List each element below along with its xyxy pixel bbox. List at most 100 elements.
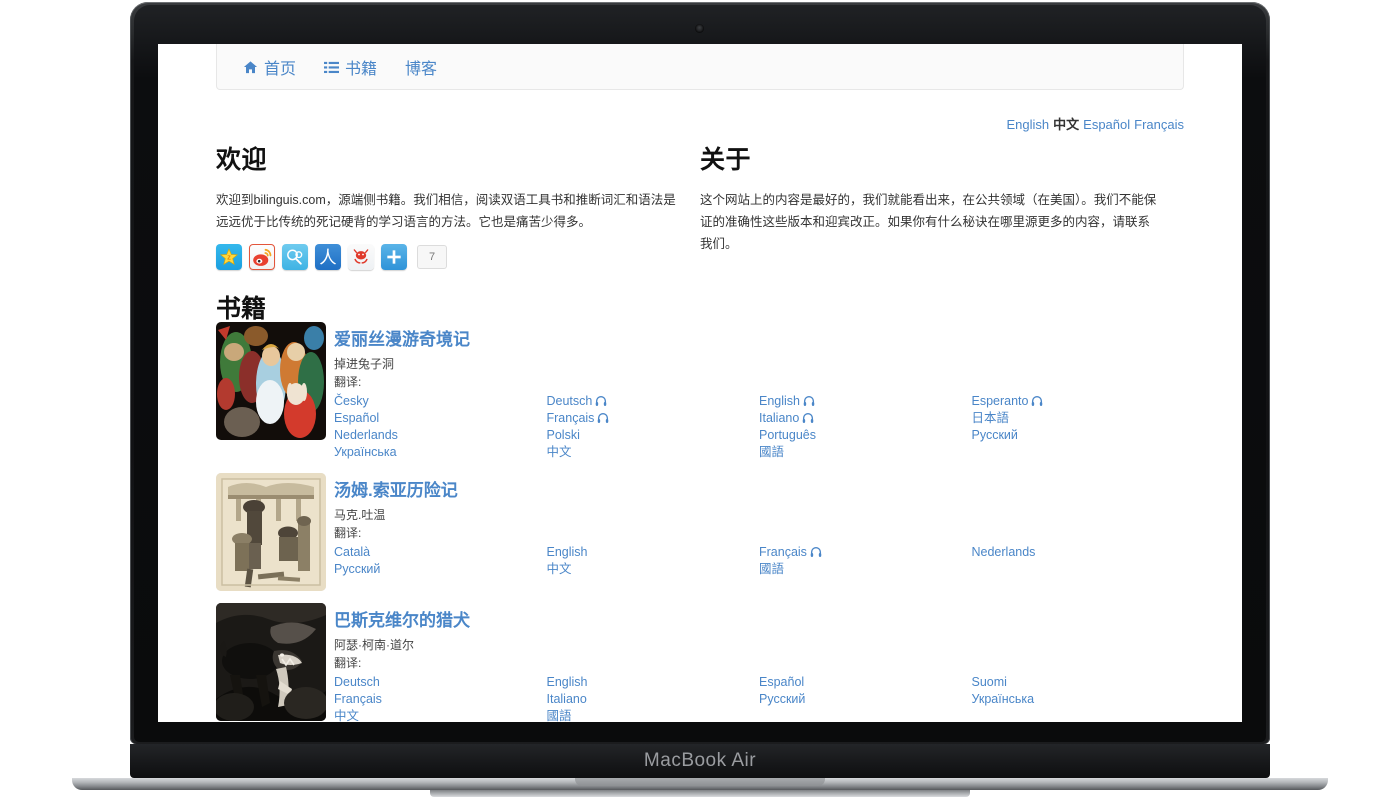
book-author: 马克.吐温 (334, 507, 386, 522)
more-share-icon[interactable] (381, 244, 407, 270)
language-link-spanish[interactable]: Español (1083, 117, 1130, 132)
translations-column-3: Español Русский (759, 674, 972, 722)
translations-column-4: Suomi Українська (972, 674, 1185, 722)
translation-link[interactable]: English (547, 674, 760, 691)
book-item: 汤姆.索亚历险记 马克.吐温 翻译: Català Русский English 中… (216, 472, 1184, 591)
translation-link[interactable]: 國語 (759, 561, 972, 578)
book-item: 巴斯克维尔的猎犬 阿瑟·柯南·道尔 翻译: Deutsch Français 中文 E… (216, 602, 1184, 722)
translations-column-4: Nederlands (972, 544, 1185, 578)
translation-link[interactable]: Русский (759, 691, 972, 708)
nav-item-blog-label: 博客 (405, 61, 438, 78)
translation-link[interactable]: Français (759, 544, 972, 561)
translation-link[interactable]: Deutsch (334, 674, 547, 691)
translation-link[interactable]: Español (759, 674, 972, 691)
nav-item-home-label: 首页 (264, 61, 297, 78)
book-title-link[interactable]: 爱丽丝漫游奇境记 (334, 330, 470, 349)
baidu-share-icon[interactable] (282, 244, 308, 270)
douban-share-icon[interactable] (348, 244, 374, 270)
list-icon (324, 60, 340, 75)
translation-link[interactable]: Українська (972, 691, 1185, 708)
translations-column-1: Česky Español Nederlands Українська (334, 393, 547, 461)
translation-link[interactable]: 日本語 (972, 410, 1185, 427)
home-icon (243, 60, 258, 75)
sina-weibo-share-icon[interactable] (249, 244, 275, 270)
books-section-title: 书籍 (216, 295, 267, 323)
nav-item-books[interactable]: 书籍 (310, 55, 391, 79)
language-link-french[interactable]: Français (1134, 117, 1184, 132)
language-link-chinese[interactable]: 中文 (1053, 117, 1079, 132)
translation-link[interactable]: English (759, 393, 972, 410)
nav-list: 首页 书籍 博客 (217, 44, 1183, 90)
translations-grid: Català Русский English 中文 Français 國語 Nederlan… (334, 544, 1184, 578)
intro-section: 欢迎 欢迎到bilinguis.com，源端侧书籍。我们相信，阅读双语工具书和推… (216, 140, 1184, 256)
translated-label: 翻译: (334, 375, 362, 390)
translation-link[interactable]: Nederlands (334, 427, 547, 444)
translation-link[interactable]: 中文 (334, 708, 547, 722)
plus-icon (381, 244, 407, 270)
svg-text:人: 人 (319, 247, 336, 267)
browser-viewport: 首页 书籍 博客 English 中文 Español Français 欢迎 … (158, 44, 1242, 722)
webcam-icon (695, 24, 704, 33)
translated-label: 翻译: (334, 526, 362, 541)
translation-link[interactable]: Русский (334, 561, 547, 578)
headphones-icon (810, 546, 822, 557)
headphones-icon (803, 395, 815, 406)
laptop-base-shadow (430, 790, 970, 797)
translations-column-2: English Italiano 國語 (547, 674, 760, 722)
renren-glyph: 人 (315, 244, 341, 270)
qzone-share-icon[interactable]: Z (216, 244, 242, 270)
star-glyph: Z (216, 244, 242, 270)
translation-link[interactable]: 國語 (759, 444, 972, 461)
translation-link[interactable]: English (547, 544, 760, 561)
nav-item-home[interactable]: 首页 (229, 55, 310, 79)
translation-link[interactable]: Italiano (759, 410, 972, 427)
translation-link[interactable]: Français (334, 691, 547, 708)
translation-link[interactable]: 國語 (547, 708, 760, 722)
translation-link[interactable]: 中文 (547, 444, 760, 461)
nav-item-blog[interactable]: 博客 (391, 55, 451, 79)
translation-link[interactable]: Deutsch (547, 393, 760, 410)
translation-link[interactable]: Français (547, 410, 760, 427)
about-column: 关于 这个网站上的内容是最好的，我们就能看出来，在公共领域（在美国）。我们不能保… (700, 140, 1184, 256)
baidu-paw-glyph (282, 244, 308, 270)
book-details: 巴斯克维尔的猎犬 阿瑟·柯南·道尔 翻译: Deutsch Français 中文 E… (334, 603, 1184, 722)
welcome-body: 欢迎到bilinguis.com，源端侧书籍。我们相信，阅读双语工具书和推断词汇… (216, 193, 676, 229)
headphones-icon (596, 395, 607, 406)
language-switcher: English 中文 Español Français (1007, 114, 1185, 133)
language-link-english[interactable]: English (1007, 117, 1050, 132)
weibo-glyph (250, 245, 274, 269)
translation-link[interactable]: Українська (334, 444, 547, 461)
translations-column-3: Français 國語 (759, 544, 972, 578)
translation-link[interactable]: Português (759, 427, 972, 444)
translation-link[interactable]: Nederlands (972, 544, 1185, 561)
translations-grid: Deutsch Français 中文 English Italiano 國語 Españo… (334, 674, 1184, 722)
translation-link[interactable]: Suomi (972, 674, 1185, 691)
book-author: 掉进兔子洞 (334, 356, 395, 371)
books-list: 爱丽丝漫游奇境记 掉进兔子洞 翻译: Česky Español Nederland… (216, 322, 1184, 722)
translation-link[interactable]: Русский (972, 427, 1185, 444)
alice-in-wonderland-cover[interactable] (216, 322, 326, 440)
book-title-link[interactable]: 巴斯克维尔的猎犬 (334, 611, 470, 630)
about-body: 这个网站上的内容是最好的，我们就能看出来，在公共领域（在美国）。我们不能保证的准… (700, 193, 1157, 251)
translated-label: 翻译: (334, 656, 362, 671)
book-title-link[interactable]: 汤姆.索亚历险记 (334, 481, 458, 500)
translations-column-2: English 中文 (547, 544, 760, 578)
translation-link[interactable]: Esperanto (972, 393, 1185, 410)
translations-column-2: Deutsch Français Polski 中文 (547, 393, 760, 461)
translation-link[interactable]: Česky (334, 393, 547, 410)
renren-share-icon[interactable]: 人 (315, 244, 341, 270)
svg-text:Z: Z (227, 256, 231, 262)
translations-grid: Česky Español Nederlands Українська Deutsch F… (334, 393, 1184, 461)
tom-sawyer-cover[interactable] (216, 472, 326, 591)
translation-link[interactable]: Català (334, 544, 547, 561)
hound-of-baskervilles-cover[interactable] (216, 602, 326, 721)
translation-link[interactable]: Español (334, 410, 547, 427)
nav-item-books-label: 书籍 (345, 61, 378, 78)
translation-link[interactable]: Italiano (547, 691, 760, 708)
translation-link[interactable]: Polski (547, 427, 760, 444)
social-share-bar: Z 人 7 (216, 244, 447, 270)
translations-column-1: Català Русский (334, 544, 547, 578)
douban-glyph (348, 244, 374, 270)
translation-link[interactable]: 中文 (547, 561, 760, 578)
headphones-icon (598, 412, 609, 423)
